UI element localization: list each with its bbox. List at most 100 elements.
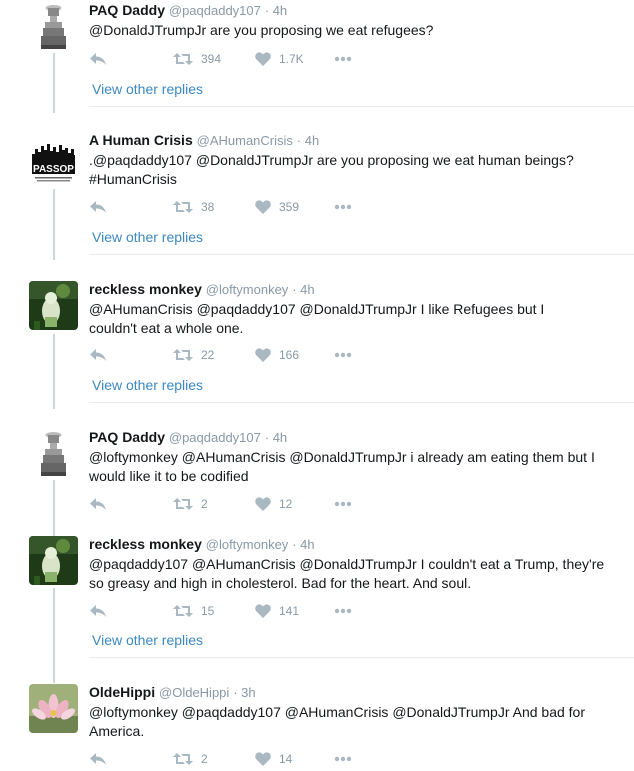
- reply-button[interactable]: [89, 347, 107, 363]
- display-name[interactable]: OldeHippi: [89, 684, 155, 700]
- view-other-replies-link[interactable]: View other replies: [92, 229, 203, 245]
- reply-button[interactable]: [89, 751, 107, 767]
- reply-icon: [90, 498, 106, 510]
- more-button[interactable]: [334, 199, 352, 215]
- tweet-text: @paqdaddy107 @AHumanCrisis @DonaldJTrump…: [89, 556, 605, 591]
- timestamp[interactable]: · 4h: [292, 282, 314, 297]
- view-other-replies-link[interactable]: View other replies: [92, 632, 203, 648]
- retweet-button[interactable]: 15: [173, 603, 214, 619]
- avatar[interactable]: [29, 2, 78, 51]
- user-handle[interactable]: @OldeHippi: [159, 685, 229, 700]
- retweet-button[interactable]: 38: [173, 199, 214, 215]
- avatar[interactable]: [29, 536, 78, 585]
- retweet-count: 22: [201, 348, 215, 362]
- reply-icon: [90, 201, 106, 213]
- tweet[interactable]: reckless monkey @loftymonkey · 4h @paqda…: [0, 536, 634, 661]
- retweet-count: 394: [201, 52, 222, 66]
- like-button[interactable]: 14: [255, 751, 292, 767]
- retweet-icon: [173, 349, 193, 361]
- more-icon: [334, 352, 352, 358]
- like-button[interactable]: 1.7K: [255, 51, 304, 67]
- retweet-icon: [173, 605, 193, 617]
- tweet-header: reckless monkey @loftymonkey · 4h: [89, 536, 315, 552]
- reply-button[interactable]: [89, 603, 107, 619]
- tweet[interactable]: PASSOP A Human Crisis @AHumanCrisis · 4h…: [0, 132, 634, 257]
- avatar[interactable]: [29, 684, 78, 733]
- reply-icon: [90, 605, 106, 617]
- user-handle[interactable]: @paqdaddy107: [169, 430, 261, 445]
- retweet-icon: [173, 201, 193, 213]
- retweet-button[interactable]: 2: [173, 751, 208, 767]
- tweet[interactable]: PAQ Daddy @paqdaddy107 · 4h @DonaldJTrum…: [0, 2, 634, 107]
- tweet-text: @AHumanCrisis @paqdaddy107 @DonaldJTrump…: [89, 301, 545, 336]
- retweet-icon: [173, 498, 193, 510]
- display-name[interactable]: PAQ Daddy: [89, 2, 165, 18]
- heart-icon: [255, 604, 271, 618]
- tweet[interactable]: PAQ Daddy @paqdaddy107 · 4h @loftymonkey…: [0, 429, 634, 524]
- like-button[interactable]: 166: [255, 347, 299, 363]
- display-name[interactable]: reckless monkey: [89, 281, 202, 297]
- view-other-replies-link[interactable]: View other replies: [92, 377, 203, 393]
- more-icon: [334, 756, 352, 762]
- more-button[interactable]: [334, 496, 352, 512]
- retweet-count: 2: [201, 752, 208, 766]
- more-button[interactable]: [334, 51, 352, 67]
- timestamp[interactable]: · 3h: [233, 685, 255, 700]
- reply-button[interactable]: [89, 51, 107, 67]
- monkey-photo-icon: [29, 536, 78, 585]
- reply-icon: [90, 349, 106, 361]
- retweet-count: 2: [201, 497, 208, 511]
- user-handle[interactable]: @AHumanCrisis: [197, 133, 293, 148]
- more-button[interactable]: [334, 347, 352, 363]
- display-name[interactable]: reckless monkey: [89, 536, 202, 552]
- like-button[interactable]: 359: [255, 199, 299, 215]
- avatar[interactable]: [29, 429, 78, 478]
- tweet-header: PAQ Daddy @paqdaddy107 · 4h: [89, 2, 287, 18]
- view-other-replies-link[interactable]: View other replies: [92, 81, 203, 97]
- retweet-icon: [173, 53, 193, 65]
- display-name[interactable]: A Human Crisis: [89, 132, 193, 148]
- reply-icon: [90, 53, 106, 65]
- reply-icon: [90, 753, 106, 765]
- stanley-cup-icon: [29, 2, 78, 51]
- retweet-button[interactable]: 394: [173, 51, 221, 67]
- like-button[interactable]: 141: [255, 603, 299, 619]
- timestamp[interactable]: · 4h: [265, 430, 287, 445]
- user-handle[interactable]: @loftymonkey: [206, 282, 289, 297]
- more-button[interactable]: [334, 751, 352, 767]
- tweet-text: @DonaldJTrumpJr are you proposing we eat…: [89, 22, 434, 38]
- avatar[interactable]: PASSOP: [29, 140, 78, 189]
- user-handle[interactable]: @paqdaddy107: [169, 3, 261, 18]
- more-icon: [334, 501, 352, 507]
- retweet-icon: [173, 753, 193, 765]
- tweet-text: @loftymonkey @paqdaddy107 @AHumanCrisis …: [89, 704, 585, 739]
- user-handle[interactable]: @loftymonkey: [206, 537, 289, 552]
- timestamp[interactable]: · 4h: [292, 537, 314, 552]
- heart-icon: [255, 752, 271, 766]
- reply-button[interactable]: [89, 199, 107, 215]
- tweet-header: A Human Crisis @AHumanCrisis · 4h: [89, 132, 319, 148]
- divider: [89, 402, 634, 403]
- divider: [89, 657, 634, 658]
- divider: [89, 106, 634, 107]
- tweet-actions: 15 141: [89, 603, 389, 619]
- more-button[interactable]: [334, 603, 352, 619]
- tweet[interactable]: OldeHippi @OldeHippi · 3h @loftymonkey @…: [0, 684, 634, 771]
- logo-text: PASSOP: [33, 164, 74, 175]
- heart-icon: [255, 497, 271, 511]
- avatar[interactable]: [29, 281, 78, 330]
- retweet-button[interactable]: 2: [173, 496, 208, 512]
- tweet-header: OldeHippi @OldeHippi · 3h: [89, 684, 256, 700]
- like-button[interactable]: 12: [255, 496, 292, 512]
- tweet-text: .@paqdaddy107 @DonaldJTrumpJr are you pr…: [89, 152, 574, 187]
- tweet[interactable]: reckless monkey @loftymonkey · 4h @AHuma…: [0, 281, 634, 403]
- tweet-header: reckless monkey @loftymonkey · 4h: [89, 281, 315, 297]
- like-count: 166: [279, 348, 300, 362]
- stanley-cup-icon: [29, 429, 78, 478]
- display-name[interactable]: PAQ Daddy: [89, 429, 165, 445]
- timestamp[interactable]: · 4h: [265, 3, 287, 18]
- retweet-button[interactable]: 22: [173, 347, 214, 363]
- retweet-count: 15: [201, 604, 215, 618]
- reply-button[interactable]: [89, 496, 107, 512]
- timestamp[interactable]: · 4h: [297, 133, 319, 148]
